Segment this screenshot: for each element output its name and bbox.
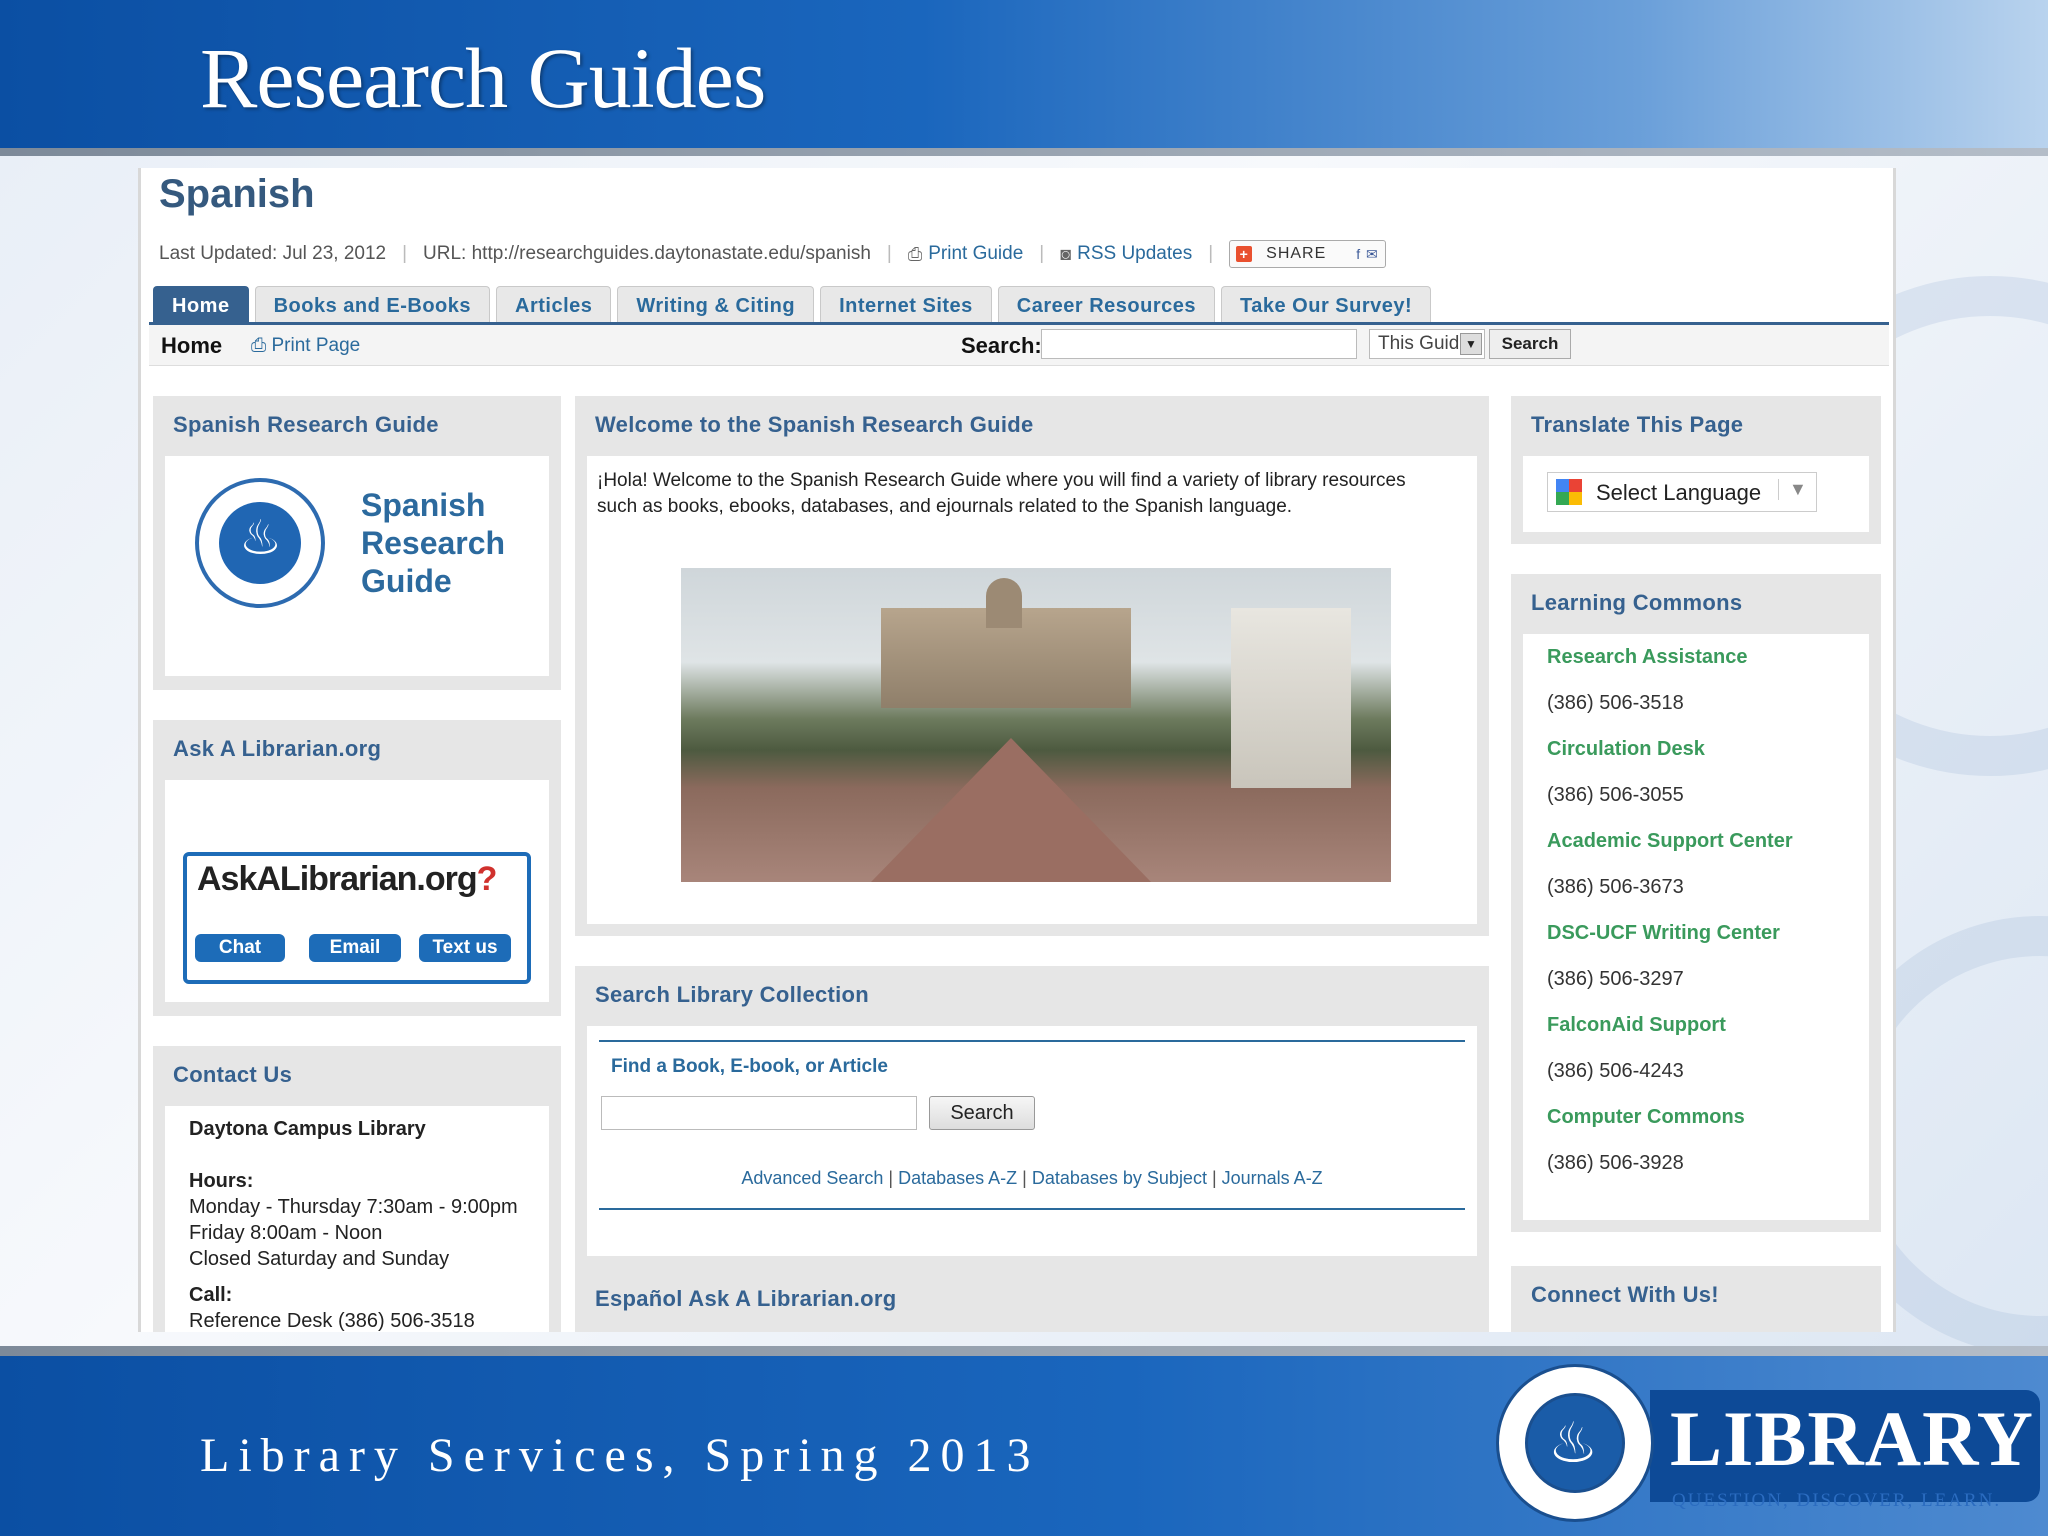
library-location: Daytona Campus Library [189,1118,426,1140]
lc-phone: (386) 506-3928 [1547,1152,1684,1174]
collection-search-input[interactable] [601,1096,917,1130]
lc-phone: (386) 506-3055 [1547,784,1684,806]
advanced-search-link[interactable]: Advanced Search [741,1168,883,1188]
hours-label: Hours: [189,1170,254,1192]
journals-az-link[interactable]: Journals A-Z [1222,1168,1323,1188]
lc-link-circulation-desk[interactable]: Circulation Desk [1547,738,1705,761]
page-subbar: Home ⎙ Print Page Search: This Guide ▼ S… [149,325,1889,366]
guide-page: Spanish Last Updated: Jul 23, 2012 | URL… [138,168,1896,1332]
print-guide-link[interactable]: Print Guide [928,243,1023,265]
contact-details: Daytona Campus Library Hours: Monday - T… [189,1116,518,1332]
hours-line: Friday 8:00am - Noon [189,1222,383,1244]
printer-icon: ⎙ [251,335,272,356]
connect-box: Connect With Us! [1511,1266,1881,1332]
contact-us-box: Contact Us Daytona Campus Library Hours:… [153,1046,561,1332]
chevron-down-icon: ▼ [1460,333,1482,355]
lc-link-research-assistance[interactable]: Research Assistance [1547,646,1748,669]
guide-tabs: Home Books and E-Books Articles Writing … [153,284,1437,322]
current-page-label: Home [161,333,223,358]
chevron-down-icon: ▼ [1778,479,1807,500]
lc-link-academic-support[interactable]: Academic Support Center [1547,830,1793,853]
guide-search-button[interactable]: Search [1489,329,1571,359]
hours-line: Closed Saturday and Sunday [189,1248,450,1270]
box-title: Learning Commons [1531,590,1743,615]
guide-url: URL: http://researchguides.daytonastate.… [423,243,871,264]
tab-books-ebooks[interactable]: Books and E-Books [254,286,490,322]
tab-internet-sites[interactable]: Internet Sites [820,286,992,322]
search-collection-label: Find a Book, E-book, or Article [611,1056,888,1077]
lc-phone: (386) 506-4243 [1547,1060,1684,1082]
lc-link-computer-commons[interactable]: Computer Commons [1547,1106,1745,1129]
tab-home[interactable]: Home [153,286,249,322]
search-links: Advanced Search | Databases A-Z | Databa… [741,1168,1323,1188]
rss-icon: ◙ [1060,243,1072,264]
slide-title: Research Guides [200,30,766,126]
box-title: Español Ask A Librarian.org [595,1286,897,1311]
print-page-link[interactable]: ⎙ Print Page [251,335,360,357]
divider [599,1040,1465,1042]
box-title: Contact Us [173,1062,293,1087]
question-mark-icon: ? [476,860,498,898]
tab-articles[interactable]: Articles [496,286,612,322]
ask-librarian-widget: AskALibrarian.org? Chat Email Text us [183,852,531,984]
college-seal-icon: ♨ [195,478,325,608]
databases-subject-link[interactable]: Databases by Subject [1032,1168,1207,1188]
welcome-box: Welcome to the Spanish Research Guide ¡H… [575,396,1489,936]
databases-az-link[interactable]: Databases A-Z [898,1168,1017,1188]
hours-line: Monday - Thursday 7:30am - 9:00pm [189,1196,518,1218]
text-us-button[interactable]: Text us [419,934,511,962]
call-line: Reference Desk (386) 506-3518 [189,1310,475,1332]
welcome-text: ¡Hola! Welcome to the Spanish Research G… [597,470,1406,517]
barcelona-palace-photo [681,568,1391,882]
share-button[interactable]: + SHARE f ✉ [1229,240,1386,268]
social-icons: f ✉ [1356,245,1379,262]
box-title: Ask A Librarian.org [173,736,382,761]
chat-button[interactable]: Chat [195,934,285,962]
header-divider [0,148,2048,156]
printer-icon: ⎙ [907,243,923,264]
library-logo-tagline: QUESTION, DISCOVER, LEARN. [1672,1490,2002,1511]
language-select[interactable]: Select Language ▼ [1547,472,1817,512]
guide-meta: Last Updated: Jul 23, 2012 | URL: http:/… [159,240,1386,268]
guide-search-input[interactable] [1041,329,1357,359]
espanol-ask-box: Español Ask A Librarian.org [575,1270,1489,1332]
tab-survey[interactable]: Take Our Survey! [1221,286,1432,322]
divider [599,1208,1465,1210]
lc-phone: (386) 506-3297 [1547,968,1684,990]
box-title: Search Library Collection [595,982,870,1007]
call-label: Call: [189,1284,233,1306]
footer-text: Library Services, Spring 2013 [200,1429,1040,1482]
college-seal-icon: ♨ [1496,1364,1654,1522]
search-collection-box: Search Library Collection Find a Book, E… [575,966,1489,1270]
footer-divider [0,1346,2048,1356]
search-scope-select[interactable]: This Guide ▼ [1369,329,1485,359]
box-title: Welcome to the Spanish Research Guide [595,412,1034,437]
learning-commons-box: Learning Commons Research Assistance (38… [1511,574,1881,1232]
guide-title: Spanish [159,172,315,216]
ask-librarian-logo: AskALibrarian.org? [197,860,498,898]
box-title: Spanish Research Guide [173,412,439,437]
share-plus-icon: + [1236,246,1253,262]
tab-writing-citing[interactable]: Writing & Citing [617,286,815,322]
guide-logo-text: Spanish Research Guide [361,487,506,599]
research-guide-box: Spanish Research Guide ♨ Spanish Researc… [153,396,561,690]
lc-phone: (386) 506-3518 [1547,692,1684,714]
lc-link-writing-center[interactable]: DSC-UCF Writing Center [1547,922,1780,945]
last-updated: Last Updated: Jul 23, 2012 [159,243,387,264]
library-logo-word: LIBRARY [1670,1395,2034,1482]
translate-box: Translate This Page Select Language ▼ [1511,396,1881,544]
search-label: Search: [961,333,1042,358]
lc-link-falconaid[interactable]: FalconAid Support [1547,1014,1726,1037]
box-title: Translate This Page [1531,412,1744,437]
collection-search-button[interactable]: Search [929,1096,1035,1130]
tab-career-resources[interactable]: Career Resources [997,286,1216,322]
lc-phone: (386) 506-3673 [1547,876,1684,898]
ask-librarian-box: Ask A Librarian.org AskALibrarian.org? C… [153,720,561,1016]
box-title: Connect With Us! [1531,1282,1719,1307]
google-translate-icon [1556,479,1582,505]
email-button[interactable]: Email [309,934,401,962]
rss-updates-link[interactable]: RSS Updates [1077,243,1192,265]
